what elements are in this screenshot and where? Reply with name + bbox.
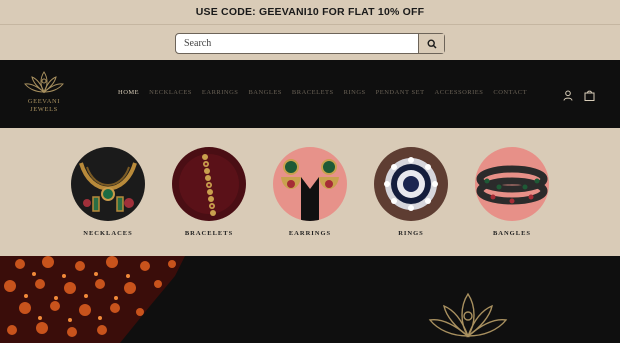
nav-item-contact[interactable]: CONTACT <box>493 89 527 96</box>
search-button[interactable] <box>418 34 444 53</box>
search-icon <box>426 38 437 49</box>
account-button[interactable] <box>563 88 573 106</box>
nav-item-pendant-set[interactable]: PENDANT SET <box>376 89 425 96</box>
cart-button[interactable] <box>584 88 595 106</box>
nav-item-earrings[interactable]: EARRINGS <box>202 89 239 96</box>
promo-text: USE CODE: GEEVANI10 FOR FLAT 10% OFF <box>195 6 425 18</box>
category-earrings[interactable]: EARRINGS <box>273 147 347 237</box>
lotus-logo-icon <box>24 71 64 94</box>
category-bracelets[interactable]: BRACELETS <box>172 147 246 237</box>
bangles-image[interactable] <box>475 147 549 221</box>
earrings-image[interactable] <box>273 147 347 221</box>
site-header: GEEVANI JEWELS HOME NECKLACES EARRINGS B… <box>0 60 620 128</box>
category-label[interactable]: RINGS <box>374 230 448 237</box>
shopping-bag-icon <box>584 90 595 101</box>
category-strip: NECKLACES BRACELETS EARRINGS RINGS BANGL… <box>0 128 620 256</box>
search-input[interactable] <box>176 34 418 53</box>
logo-line-1: GEEVANI <box>27 98 61 105</box>
hero-pattern-image <box>0 256 620 343</box>
rings-image[interactable] <box>374 147 448 221</box>
category-bangles[interactable]: BANGLES <box>475 147 549 237</box>
nav-item-bracelets[interactable]: BRACELETS <box>292 89 334 96</box>
promo-banner: USE CODE: GEEVANI10 FOR FLAT 10% OFF <box>0 0 620 24</box>
nav-item-accessories[interactable]: ACCESSORIES <box>435 89 484 96</box>
nav-item-bangles[interactable]: BANGLES <box>248 89 281 96</box>
account-icon <box>563 90 573 101</box>
bracelets-image[interactable] <box>172 147 246 221</box>
category-label[interactable]: BRACELETS <box>172 230 246 237</box>
search-bar <box>0 25 620 60</box>
hero-banner <box>0 256 620 343</box>
logo[interactable]: GEEVANI JEWELS <box>20 68 68 124</box>
category-necklaces[interactable]: NECKLACES <box>71 147 145 237</box>
search-box <box>175 33 445 54</box>
nav-item-rings[interactable]: RINGS <box>344 89 366 96</box>
category-label[interactable]: EARRINGS <box>273 230 347 237</box>
nav-item-necklaces[interactable]: NECKLACES <box>149 89 192 96</box>
logo-line-2: JEWELS <box>30 105 58 113</box>
category-rings[interactable]: RINGS <box>374 147 448 237</box>
category-label[interactable]: NECKLACES <box>71 230 145 237</box>
necklaces-image[interactable] <box>71 147 145 221</box>
category-label[interactable]: BANGLES <box>475 230 549 237</box>
nav-item-home[interactable]: HOME <box>118 89 139 96</box>
main-nav: HOME NECKLACES EARRINGS BANGLES BRACELET… <box>118 89 537 96</box>
